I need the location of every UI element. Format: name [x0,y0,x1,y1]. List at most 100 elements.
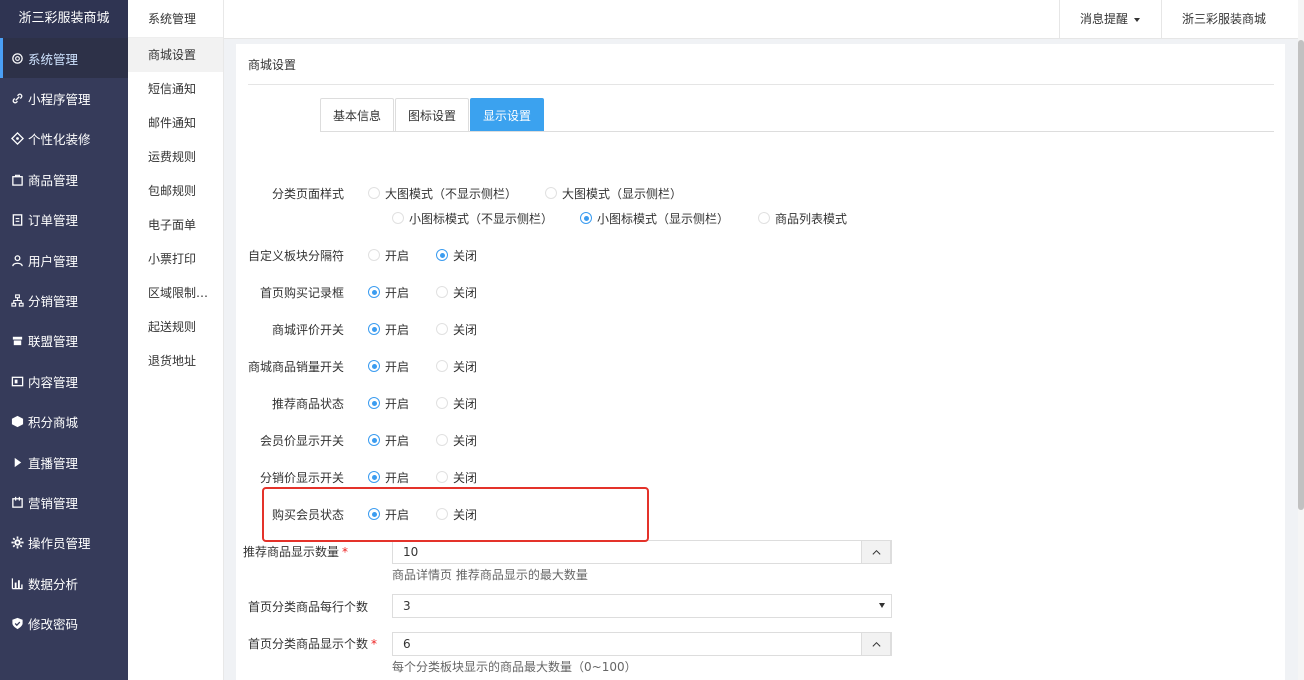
radio-circle[interactable] [368,286,380,298]
sidebar-item-label: 小程序管理 [28,92,91,108]
tab-icon-settings[interactable]: 图标设置 [395,98,470,132]
sidebar-item-5[interactable]: 用户管理 [0,240,128,280]
radio-circle[interactable] [545,187,557,199]
radio-label: 关闭 [453,248,478,263]
subnav-item-9[interactable]: 退货地址 [128,344,223,378]
radio-circle[interactable] [368,471,380,483]
radio-label: 开启 [385,322,410,337]
recommend-count-input[interactable]: 10 [392,540,892,564]
radio-circle[interactable] [368,249,380,261]
content-icon [10,374,24,388]
sidebar-item-11[interactable]: 营销管理 [0,482,128,522]
radio-circle[interactable] [436,471,448,483]
radio-circle[interactable] [436,360,448,372]
radio-small-with-sidebar[interactable]: 小图标模式（显示侧栏） [580,210,736,227]
radio-large-no-sidebar[interactable]: 大图模式（不显示侧栏） [368,185,523,202]
sidebar-item-2[interactable]: 个性化装修 [0,119,128,159]
radio-off[interactable]: 关闭 [436,432,482,449]
subnav-item-2[interactable]: 邮件通知 [128,106,223,140]
radio-off[interactable]: 关闭 [436,321,482,338]
toggle-label: 会员价显示开关 [259,433,344,448]
scrollbar-thumb[interactable] [1298,40,1304,510]
sidebar-item-label: 订单管理 [28,213,79,229]
radio-off[interactable]: 关闭 [436,284,482,301]
per-row-select[interactable]: 3 [392,594,892,618]
radio-on[interactable]: 开启 [368,321,414,338]
radio-label: 关闭 [453,470,478,485]
radio-large-with-sidebar[interactable]: 大图模式（显示侧栏） [545,185,682,202]
notifications-label: 消息提醒 [1080,12,1129,26]
radio-circle[interactable] [392,212,404,224]
radio-on[interactable]: 开启 [368,395,414,412]
sidebar-item-label: 修改密码 [28,617,79,633]
radio-circle[interactable] [758,212,770,224]
display-count-input[interactable]: 6 [392,632,892,656]
radio-off[interactable]: 关闭 [436,469,482,486]
radio-circle[interactable] [368,360,380,372]
sidebar-item-label: 商品管理 [28,172,79,188]
sidebar-item-label: 直播管理 [28,455,79,471]
highlight-box [262,487,649,542]
sidebar-item-0[interactable]: 系统管理 [0,38,128,79]
label-text: 推荐商品显示数量 [242,544,339,559]
radio-circle[interactable] [368,434,380,446]
radio-label: 关闭 [453,396,478,411]
radio-label: 关闭 [453,433,478,448]
radio-off[interactable]: 关闭 [436,247,482,264]
toggle-row-3: 商城商品销量开关 开启 关闭 [236,356,504,376]
notifications-dropdown[interactable]: 消息提醒 [1059,0,1162,39]
sidebar-item-3[interactable]: 商品管理 [0,159,128,199]
radio-circle[interactable] [436,249,448,261]
radio-circle[interactable] [436,323,448,335]
recommend-count-label: 推荐商品显示数量 * [236,543,368,560]
subnav-item-6[interactable]: 小票打印 [128,242,223,276]
sidebar-item-14[interactable]: 修改密码 [0,603,128,643]
toggle-label: 商城商品销量开关 [247,359,344,374]
radio-on[interactable]: 开启 [368,432,414,449]
subnav-item-4[interactable]: 包邮规则 [128,174,223,208]
radio-label: 开启 [385,248,410,263]
required-mark: * [371,636,378,651]
sidebar-item-10[interactable]: 直播管理 [0,442,128,482]
subnav-item-0[interactable]: 商城设置 [128,38,223,72]
radio-circle[interactable] [368,323,380,335]
radio-circle[interactable] [580,212,592,224]
radio-on[interactable]: 开启 [368,247,414,264]
subnav-item-5[interactable]: 电子面单 [128,208,223,242]
input-value: 10 [403,545,419,559]
subnav-item-1[interactable]: 短信通知 [128,72,223,106]
stepper-up-button[interactable] [861,632,891,656]
radio-product-list[interactable]: 商品列表模式 [758,210,847,227]
subnav-item-7[interactable]: 区域限制… [128,276,223,310]
stepper-up-button[interactable] [861,540,891,564]
store-dropdown[interactable]: 浙三彩服装商城 [1161,0,1294,61]
sidebar-item-9[interactable]: 积分商城 [0,402,128,442]
radio-off[interactable]: 关闭 [436,395,482,412]
radio-small-no-sidebar[interactable]: 小图标模式（不显示侧栏） [392,210,560,227]
subnav-title: 系统管理 [128,0,223,38]
radio-off[interactable]: 关闭 [436,358,482,375]
radio-on[interactable]: 开启 [368,358,414,375]
radio-circle[interactable] [368,187,380,199]
page-scrollbar[interactable] [1298,0,1304,680]
sidebar-item-7[interactable]: 联盟管理 [0,321,128,361]
radio-on[interactable]: 开启 [368,284,414,301]
radio-circle[interactable] [368,397,380,409]
tab-basic-info[interactable]: 基本信息 [320,98,395,132]
sidebar-item-4[interactable]: 订单管理 [0,200,128,240]
radio-circle[interactable] [436,286,448,298]
sidebar-item-13[interactable]: 数据分析 [0,563,128,603]
radio-on[interactable]: 开启 [368,469,414,486]
chevron-up-icon [871,641,881,647]
sidebar-item-6[interactable]: 分销管理 [0,280,128,320]
subnav-item-3[interactable]: 运费规则 [128,140,223,174]
radio-circle[interactable] [436,397,448,409]
radio-circle[interactable] [436,434,448,446]
sidebar-item-label: 系统管理 [28,51,79,67]
subnav-item-8[interactable]: 起送规则 [128,310,223,344]
sidebar-item-1[interactable]: 小程序管理 [0,78,128,118]
sidebar-item-12[interactable]: 操作员管理 [0,523,128,563]
sidebar-item-8[interactable]: 内容管理 [0,361,128,401]
brand-logo[interactable]: 浙三彩服装商城 [0,0,128,38]
tab-display-settings[interactable]: 显示设置 [470,98,545,132]
